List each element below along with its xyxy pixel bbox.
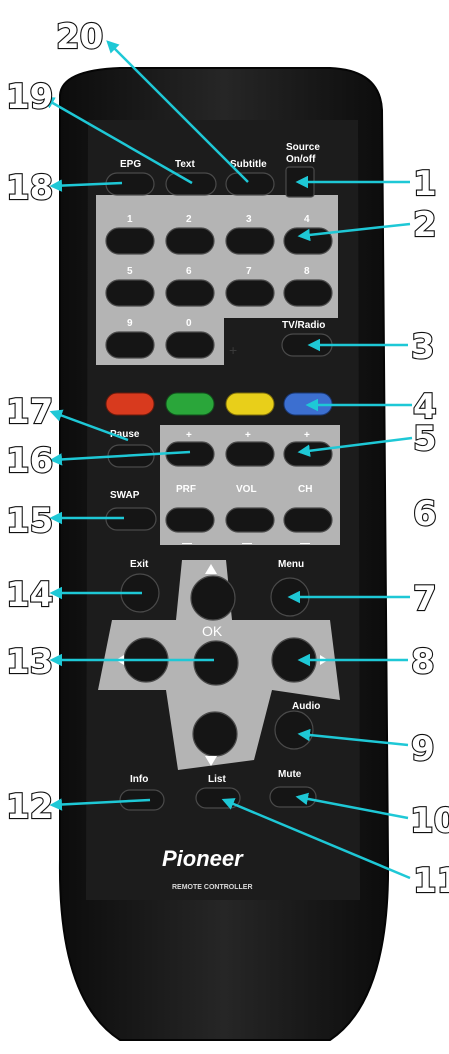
mute-button[interactable]: [269, 786, 317, 808]
ch-plus-label: +: [304, 430, 310, 441]
up-button[interactable]: [190, 575, 236, 621]
epg-label: EPG: [120, 159, 141, 170]
callout-number-2: 2: [413, 205, 437, 245]
ch-label: CH: [298, 484, 312, 495]
prf-label: PRF: [176, 484, 196, 495]
callout-number-12: 12: [6, 787, 53, 827]
mute-label: Mute: [278, 769, 302, 780]
digit-label-7: 7: [246, 266, 252, 277]
digit-label-3: 3: [246, 214, 252, 225]
prf-minus-button[interactable]: [165, 507, 215, 533]
callout-number-17: 17: [6, 392, 53, 432]
digit-key-5[interactable]: [105, 279, 155, 307]
callout-number-15: 15: [6, 501, 53, 541]
callout-number-6: 6: [413, 494, 437, 534]
callout-number-3: 3: [411, 327, 435, 367]
red-key[interactable]: [105, 392, 155, 416]
digit-label-8: 8: [304, 266, 310, 277]
subtitle-button[interactable]: [225, 172, 275, 196]
vol-plus-button[interactable]: [225, 441, 275, 467]
tv-radio-label: TV/Radio: [282, 320, 325, 331]
list-label: List: [208, 774, 226, 785]
callout-number-13: 13: [6, 642, 53, 682]
digit-key-6[interactable]: [165, 279, 215, 307]
yellow-key[interactable]: [225, 392, 275, 416]
callout-number-1: 1: [413, 164, 437, 204]
text-button[interactable]: [165, 172, 217, 196]
digit-key-8[interactable]: [283, 279, 333, 307]
digit-key-0[interactable]: [165, 331, 215, 359]
vol-minus-label: —: [242, 538, 252, 549]
ok-button[interactable]: [193, 640, 239, 686]
ch-minus-button[interactable]: [283, 507, 333, 533]
callout-number-19: 19: [6, 77, 53, 117]
digit-key-3[interactable]: [225, 227, 275, 255]
callout-number-14: 14: [6, 575, 53, 615]
vol-minus-button[interactable]: [225, 507, 275, 533]
digit-key-2[interactable]: [165, 227, 215, 255]
digit-label-5: 5: [127, 266, 133, 277]
callout-number-7: 7: [413, 579, 437, 619]
prf-plus-label: +: [186, 430, 192, 441]
source-label-line2: On/off: [286, 154, 316, 165]
exit-label: Exit: [130, 559, 149, 570]
brand-logo: Pioneer: [162, 846, 244, 871]
source-label-line1: Source: [286, 142, 320, 153]
callout-number-8: 8: [411, 642, 435, 682]
prf-minus-label: —: [182, 538, 192, 549]
callout-number-11: 11: [413, 861, 449, 901]
digit-label-1: 1: [127, 214, 133, 225]
digit-label-2: 2: [186, 214, 192, 225]
digit-key-9[interactable]: [105, 331, 155, 359]
digit-key-1[interactable]: [105, 227, 155, 255]
brand-subtitle: REMOTE CONTROLLER: [172, 884, 253, 891]
digit-label-9: 9: [127, 318, 133, 329]
callout-number-9: 9: [411, 729, 435, 769]
menu-label: Menu: [278, 559, 304, 570]
callout-number-20: 20: [56, 17, 103, 57]
callout-number-18: 18: [6, 168, 53, 208]
callout-number-10: 10: [410, 801, 449, 841]
vol-plus-label: +: [245, 430, 251, 441]
swap-label: SWAP: [110, 490, 140, 501]
digit-key-7[interactable]: [225, 279, 275, 307]
digit-label-0: 0: [186, 318, 192, 329]
audio-label: Audio: [292, 701, 320, 712]
info-label: Info: [130, 774, 148, 785]
ok-label: OK: [202, 623, 223, 639]
digit-label-4: 4: [304, 214, 310, 225]
green-key[interactable]: [165, 392, 215, 416]
callout-number-5: 5: [413, 419, 437, 459]
ch-plus-button[interactable]: [283, 441, 333, 467]
down-button[interactable]: [192, 711, 238, 757]
digit-key-4[interactable]: [283, 227, 333, 255]
callout-number-16: 16: [6, 441, 53, 481]
ch-minus-label: —: [300, 538, 310, 549]
vol-label: VOL: [236, 484, 257, 495]
plus-mark: +: [229, 342, 237, 358]
digit-label-6: 6: [186, 266, 192, 277]
remote-diagram: EPG Text Subtitle Source On/off 1 2 3 4 …: [5, 16, 449, 1041]
text-label: Text: [175, 159, 195, 170]
audio-button[interactable]: [274, 710, 314, 750]
